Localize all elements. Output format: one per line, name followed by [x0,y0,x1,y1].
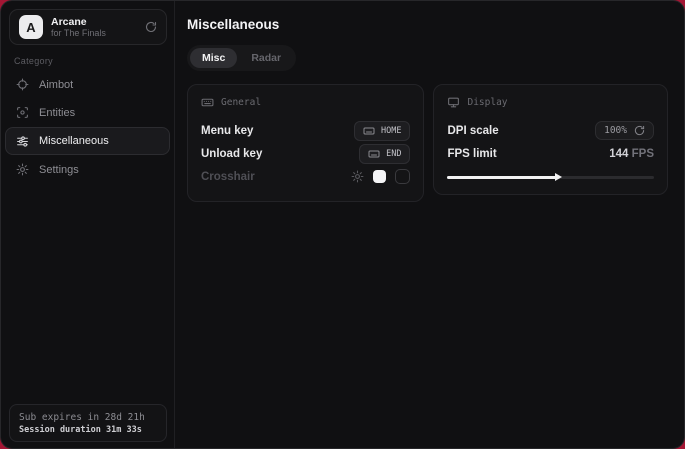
unload-key-row: Unload key END [201,142,410,165]
brand-logo: A [19,15,43,39]
page-title: Miscellaneous [187,17,668,32]
gear-icon [16,163,29,176]
sidebar-item-miscellaneous[interactable]: Miscellaneous [5,127,170,155]
sidebar-nav: Aimbot Entities Miscellaneous [5,71,170,184]
tab-misc[interactable]: Misc [190,48,237,68]
display-card-header: Display [447,96,654,109]
fps-limit-row: FPS limit 144 FPS [447,142,654,165]
entities-icon [16,106,29,119]
monitor-icon [447,96,460,109]
crosshair-label: Crosshair [201,171,255,183]
crosshair-row: Crosshair [201,165,410,188]
sidebar-item-entities[interactable]: Entities [5,99,170,126]
unload-key-label: Unload key [201,148,262,160]
sidebar-item-label: Settings [39,164,79,176]
crosshair-settings-gear-icon[interactable] [351,170,364,183]
general-card: General Menu key HOME Unload key [187,84,424,202]
tab-bar: Misc Radar [187,45,296,71]
sidebar: A Arcane for The Finals Category Aimbot [1,1,175,448]
dpi-scale-label: DPI scale [447,125,498,137]
fps-limit-slider[interactable] [447,173,654,181]
brand-card: A Arcane for The Finals [9,9,167,45]
fps-limit-label: FPS limit [447,148,496,160]
display-card: Display DPI scale 100% FPS limit [433,84,668,195]
dpi-scale-value: 100% [604,125,627,136]
keyboard-icon [201,96,214,109]
category-label: Category [14,56,53,66]
refresh-icon[interactable] [634,125,645,136]
menu-key-row: Menu key HOME [201,119,410,142]
cards-row: General Menu key HOME Unload key [187,84,668,202]
sync-icon[interactable] [145,21,157,33]
main-content: Miscellaneous Misc Radar General Menu ke… [176,1,684,448]
menu-key-label: Menu key [201,125,253,137]
display-card-title: Display [467,97,507,108]
general-card-title: General [221,97,261,108]
fps-limit-value: 144 FPS [609,148,654,160]
fps-slider-thumb[interactable] [555,173,562,181]
keyboard-icon [368,148,380,160]
subscription-card: Sub expires in 28d 21h Session duration … [9,404,167,442]
brand-title: Arcane [51,16,137,28]
brand-subtitle: for The Finals [51,28,137,38]
keyboard-icon [363,125,375,137]
tab-radar[interactable]: Radar [239,48,293,68]
crosshair-icon [16,78,29,91]
dpi-scale-control[interactable]: 100% [595,121,654,140]
sidebar-item-label: Entities [39,107,75,119]
session-duration-text: Session duration 31m 33s [19,425,157,435]
fps-slider-fill [447,176,556,179]
dpi-scale-row: DPI scale 100% [447,119,654,142]
unload-key-value: END [386,149,401,159]
crosshair-checkbox[interactable] [395,169,410,184]
menu-key-value: HOME [381,126,401,136]
app-window: A Arcane for The Finals Category Aimbot [0,0,685,449]
fps-unit: FPS [632,148,654,160]
unload-key-bind-button[interactable]: END [359,144,410,164]
sidebar-item-label: Miscellaneous [39,135,109,147]
brand-text: Arcane for The Finals [51,16,137,38]
sidebar-item-aimbot[interactable]: Aimbot [5,71,170,98]
general-card-header: General [201,96,410,109]
crosshair-controls [351,169,410,184]
sliders-icon [16,135,29,148]
menu-key-bind-button[interactable]: HOME [354,121,410,141]
crosshair-color-swatch[interactable] [373,170,386,183]
fps-number: 144 [609,148,628,160]
sidebar-item-settings[interactable]: Settings [5,156,170,183]
sidebar-item-label: Aimbot [39,79,73,91]
sub-expiry-text: Sub expires in 28d 21h [19,412,157,423]
